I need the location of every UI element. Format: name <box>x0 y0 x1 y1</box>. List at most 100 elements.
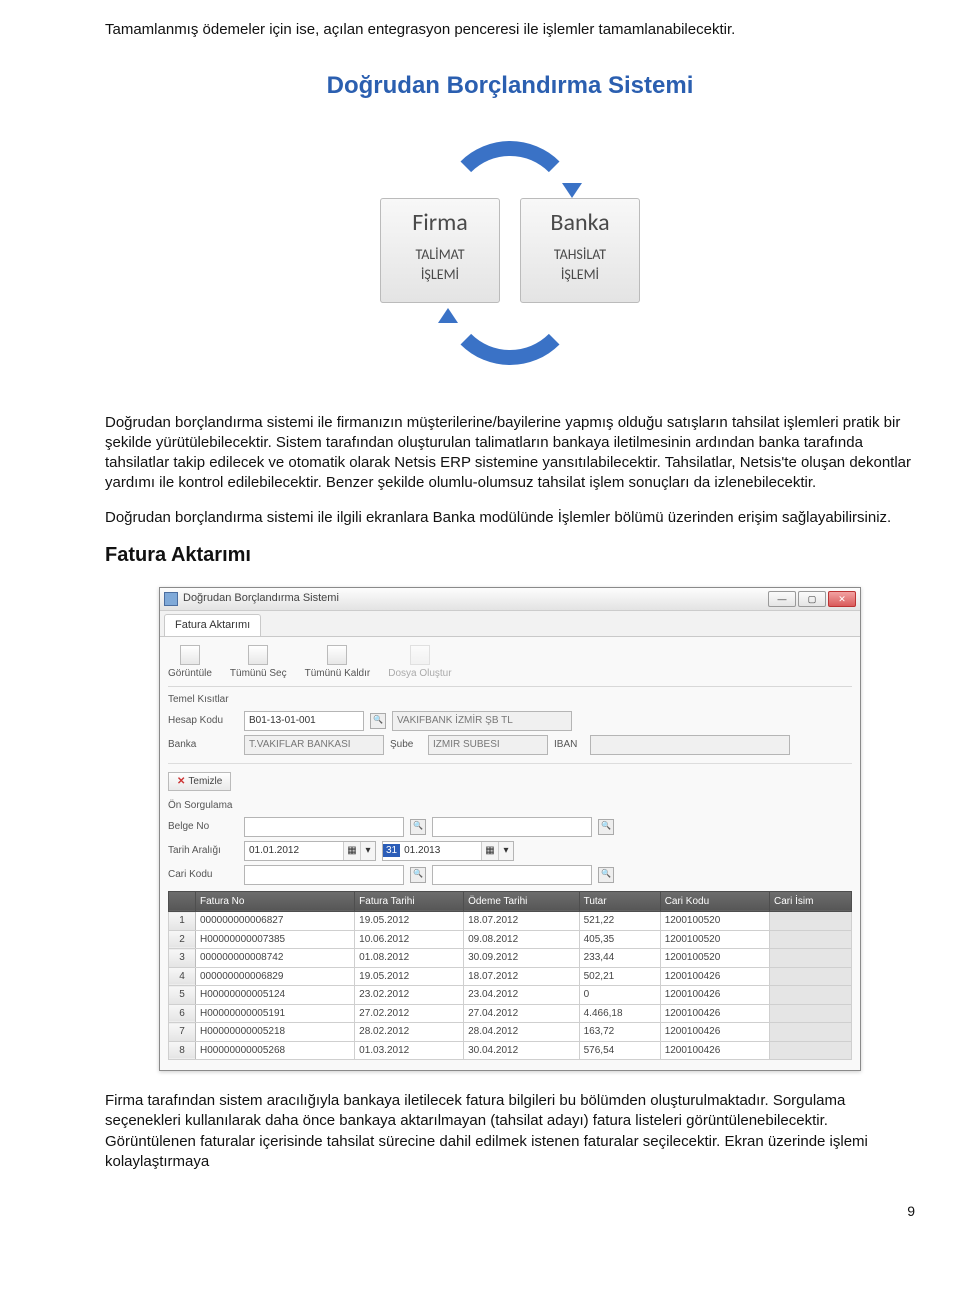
cell: 18.07.2012 <box>464 912 580 931</box>
document-page: Tamamlanmış ödemeler için ise, açılan en… <box>0 0 960 1251</box>
belge-no-to-input[interactable] <box>432 817 592 837</box>
cell: 27.02.2012 <box>355 1004 464 1023</box>
tab-strip: Fatura Aktarımı <box>160 611 860 636</box>
deselect-all-icon <box>327 645 347 665</box>
cell: 18.07.2012 <box>464 967 580 986</box>
cell: 4.466,18 <box>579 1004 660 1023</box>
col-fatura-tarihi[interactable]: Fatura Tarihi <box>355 891 464 912</box>
lookup-icon[interactable]: 🔍 <box>598 819 614 835</box>
lookup-icon[interactable]: 🔍 <box>410 867 426 883</box>
subheading-fatura-aktarimi: Fatura Aktarımı <box>105 542 915 569</box>
cell: ████ <box>770 912 852 931</box>
col-cari-isim[interactable]: Cari İsim <box>770 891 852 912</box>
diagram-box-line: İŞLEMİ <box>521 265 639 285</box>
label-tarih-araligi: Tarih Aralığı <box>168 844 238 858</box>
label-iban: IBAN <box>554 738 584 752</box>
toolbar-label: Tümünü Seç <box>230 667 287 681</box>
cell: 233,44 <box>579 949 660 968</box>
window-title: Doğrudan Borçlandırma Sistemi <box>183 591 768 606</box>
tab-fatura-aktarimi[interactable]: Fatura Aktarımı <box>164 614 261 636</box>
row-number: 6 <box>169 1004 196 1023</box>
table-row[interactable]: 8H0000000000526801.03.201230.04.2012576,… <box>169 1041 852 1060</box>
diagram-banka-box: Banka TAHSİLAT İŞLEMİ <box>520 198 640 303</box>
cell: 1200100520 <box>660 949 769 968</box>
cell: 576,54 <box>579 1041 660 1060</box>
cell: H00000000005268 <box>196 1041 355 1060</box>
diagram-box-line: TALİMAT <box>381 245 499 265</box>
maximize-button[interactable]: ▢ <box>798 591 826 607</box>
cell: 19.05.2012 <box>355 912 464 931</box>
select-all-icon <box>248 645 268 665</box>
firma-banka-diagram: Firma TALİMAT İŞLEMİ Banka TAHSİLAT İŞLE… <box>105 133 915 373</box>
temizle-button[interactable]: ✕ Temizle <box>168 772 231 792</box>
calendar-icon[interactable]: ▦ <box>481 842 498 860</box>
cell: 163,72 <box>579 1023 660 1042</box>
label-hesap-kodu: Hesap Kodu <box>168 714 238 728</box>
cell: ████ <box>770 930 852 949</box>
tumunu-kaldir-button[interactable]: Tümünü Kaldır <box>305 645 371 681</box>
calendar-icon[interactable]: ▦ <box>343 842 360 860</box>
date-to-input[interactable]: 31 01.2013 ▦ ▾ <box>382 841 514 861</box>
col-fatura-no[interactable]: Fatura No <box>196 891 355 912</box>
sube-display: IZMIR SUBESI <box>428 735 548 755</box>
cell: 30.09.2012 <box>464 949 580 968</box>
table-row[interactable]: 6H0000000000519127.02.201227.04.20124.46… <box>169 1004 852 1023</box>
divider <box>168 763 852 764</box>
row-number: 7 <box>169 1023 196 1042</box>
table-row[interactable]: 300000000000874201.08.201230.09.2012233,… <box>169 949 852 968</box>
goruntule-button[interactable]: Görüntüle <box>168 645 212 681</box>
cell: H00000000005191 <box>196 1004 355 1023</box>
label-cari-kodu: Cari Kodu <box>168 868 238 882</box>
table-row[interactable]: 100000000000682719.05.201218.07.2012521,… <box>169 912 852 931</box>
col-cari-kodu[interactable]: Cari Kodu <box>660 891 769 912</box>
cell: 1200100426 <box>660 1041 769 1060</box>
clear-icon: ✕ <box>177 775 185 789</box>
date-from-input[interactable]: 01.01.2012 ▦ ▾ <box>244 841 376 861</box>
table-row[interactable]: 5H0000000000512423.02.201223.04.20120120… <box>169 986 852 1005</box>
dosya-olustur-button[interactable]: Dosya Oluştur <box>388 645 451 681</box>
minimize-button[interactable]: — <box>768 591 796 607</box>
cell: 1200100426 <box>660 967 769 986</box>
cell: 1200100426 <box>660 1004 769 1023</box>
lookup-icon[interactable]: 🔍 <box>370 713 386 729</box>
cell: 000000000006829 <box>196 967 355 986</box>
lookup-icon[interactable]: 🔍 <box>410 819 426 835</box>
label-belge-no: Belge No <box>168 820 238 834</box>
diagram-box-line: İŞLEMİ <box>381 265 499 285</box>
close-button[interactable]: ✕ <box>828 591 856 607</box>
view-icon <box>180 645 200 665</box>
arrowhead-icon <box>438 308 458 323</box>
page-number: 9 <box>105 1202 915 1221</box>
belge-no-from-input[interactable] <box>244 817 404 837</box>
lookup-icon[interactable]: 🔍 <box>598 867 614 883</box>
tumunu-sec-button[interactable]: Tümünü Seç <box>230 645 287 681</box>
cell: 28.04.2012 <box>464 1023 580 1042</box>
row-number: 4 <box>169 967 196 986</box>
row-number: 2 <box>169 930 196 949</box>
date-value: 01.2013 <box>400 844 481 858</box>
col-odeme-tarihi[interactable]: Ödeme Tarihi <box>464 891 580 912</box>
toolbar: Görüntüle Tümünü Seç Tümünü Kaldır Dosya… <box>168 643 852 688</box>
cell: ████ <box>770 986 852 1005</box>
group-header-on-sorgulama: Ön Sorgulama <box>168 799 852 813</box>
cari-kodu-to-input[interactable] <box>432 865 592 885</box>
cari-kodu-from-input[interactable] <box>244 865 404 885</box>
cell: 1200100426 <box>660 986 769 1005</box>
cell: 28.02.2012 <box>355 1023 464 1042</box>
table-row[interactable]: 7H0000000000521828.02.201228.04.2012163,… <box>169 1023 852 1042</box>
cell: 502,21 <box>579 967 660 986</box>
table-row[interactable]: 2H0000000000738510.06.201209.08.2012405,… <box>169 930 852 949</box>
row-number: 1 <box>169 912 196 931</box>
col-tutar[interactable]: Tutar <box>579 891 660 912</box>
table-row[interactable]: 400000000000682919.05.201218.07.2012502,… <box>169 967 852 986</box>
arrowhead-icon <box>562 183 582 198</box>
chevron-down-icon[interactable]: ▾ <box>498 842 513 860</box>
toolbar-label: Tümünü Kaldır <box>305 667 371 681</box>
chevron-down-icon[interactable]: ▾ <box>360 842 375 860</box>
arrow-arc-bottom <box>440 295 580 365</box>
cell: ████ <box>770 1004 852 1023</box>
create-file-icon <box>410 645 430 665</box>
hesap-kodu-input[interactable]: B01-13-01-001 <box>244 711 364 731</box>
diagram-box-title: Banka <box>521 207 639 239</box>
cell: 10.06.2012 <box>355 930 464 949</box>
